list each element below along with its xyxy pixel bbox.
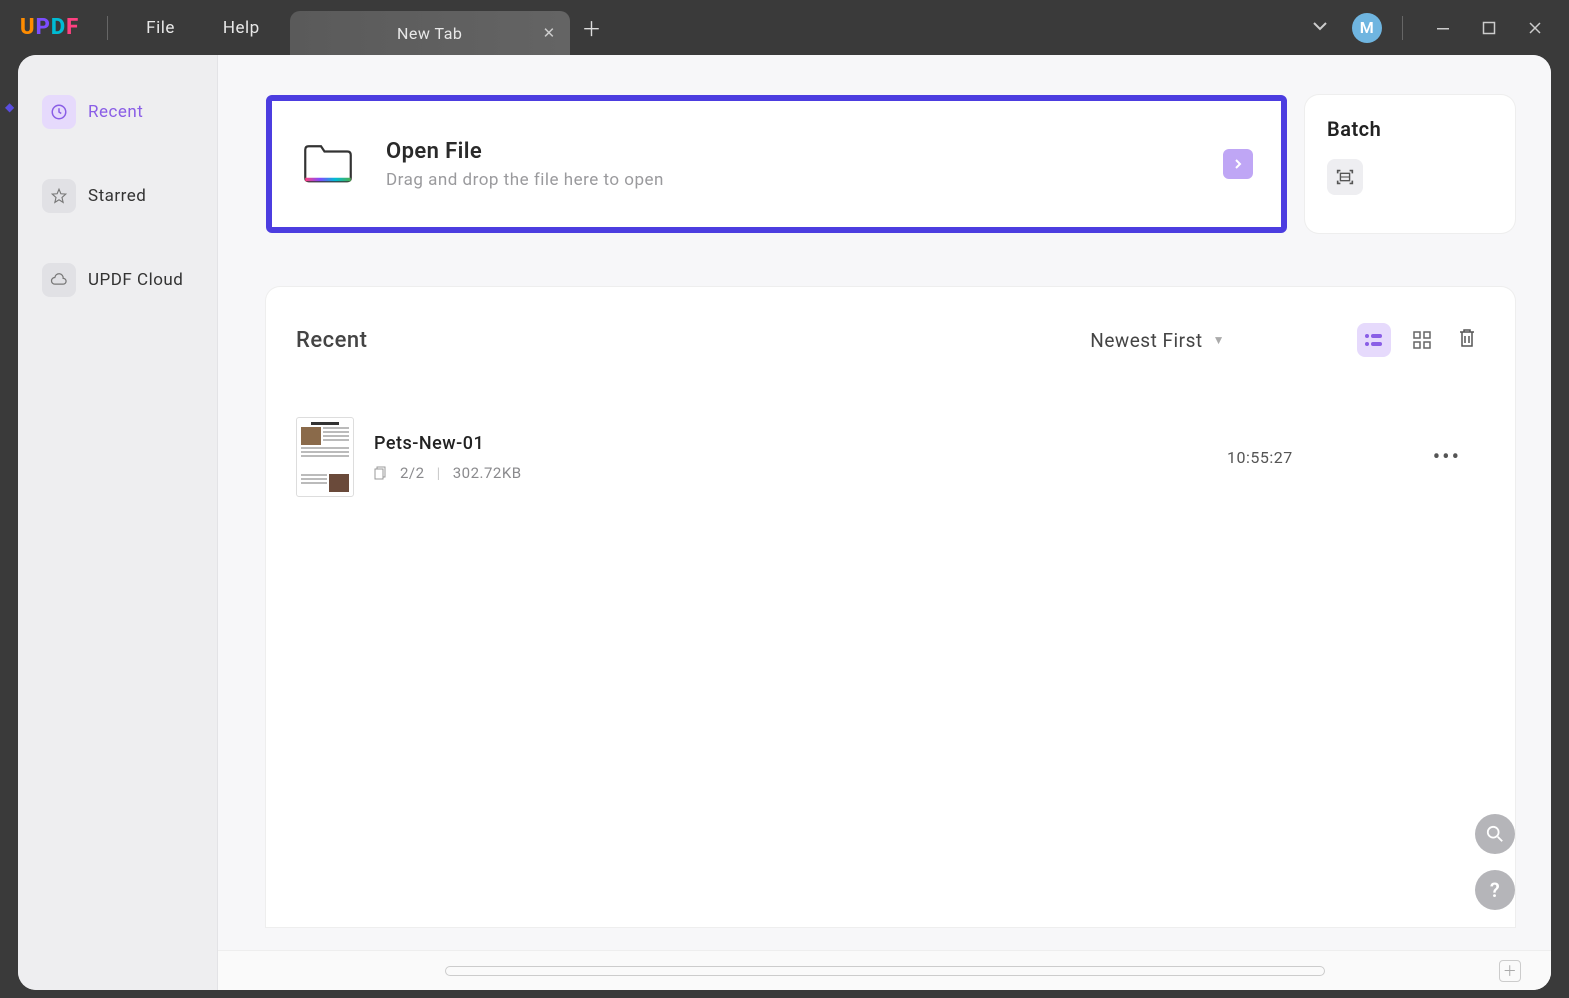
sidebar-item-label: Starred (88, 186, 146, 206)
content: Open File Drag and drop the file here to… (218, 55, 1551, 990)
chevron-right-icon (1232, 158, 1244, 170)
delete-button[interactable] (1453, 323, 1481, 357)
menu-help[interactable]: Help (199, 18, 284, 38)
tab-strip: New Tab ✕ ＋ (284, 0, 614, 55)
minimize-icon (1436, 21, 1450, 35)
triangle-down-icon: ▼ (1213, 333, 1225, 347)
search-icon (1486, 825, 1504, 843)
sort-label: Newest First (1090, 329, 1202, 352)
minimize-button[interactable] (1423, 8, 1463, 48)
add-button[interactable]: ＋ (1499, 960, 1521, 982)
recent-title: Recent (296, 328, 367, 353)
view-list-button[interactable] (1357, 323, 1391, 357)
help-fab[interactable]: ? (1475, 870, 1515, 910)
batch-button[interactable] (1327, 159, 1363, 195)
grid-icon (1413, 331, 1431, 349)
search-fab[interactable] (1475, 814, 1515, 854)
maximize-icon (1482, 21, 1496, 35)
close-icon[interactable]: ✕ (543, 24, 556, 42)
avatar[interactable]: M (1352, 13, 1382, 43)
sidebar-item-recent[interactable]: Recent (34, 85, 201, 139)
divider (1402, 16, 1403, 40)
batch-card: Batch (1305, 95, 1515, 233)
main-shell: Recent Starred UPDF Cloud (18, 55, 1551, 990)
menu-file[interactable]: File (122, 18, 199, 38)
new-tab-button[interactable]: ＋ (570, 0, 614, 55)
file-thumbnail (296, 417, 354, 497)
scrollbar[interactable] (445, 966, 1325, 976)
plus-icon: ＋ (1503, 961, 1518, 981)
tab-newtab[interactable]: New Tab ✕ (290, 11, 570, 55)
batch-title: Batch (1327, 117, 1493, 141)
tab-title: New Tab (397, 24, 462, 43)
scanner-icon (1334, 166, 1356, 188)
bottom-bar: ＋ (218, 950, 1551, 990)
recent-panel: Recent Newest First ▼ (266, 287, 1515, 927)
close-icon (1528, 21, 1542, 35)
file-row[interactable]: Pets-New-01 2/2 | 302.72KB 10:55:27 ••• (296, 387, 1481, 527)
star-icon (42, 179, 76, 213)
view-grid-button[interactable] (1405, 323, 1439, 357)
sidebar-item-label: UPDF Cloud (88, 270, 183, 290)
chevron-down-icon (1312, 18, 1328, 34)
app-logo: UPDF (20, 15, 79, 40)
clock-icon (42, 95, 76, 129)
sidebar-item-cloud[interactable]: UPDF Cloud (34, 253, 201, 307)
trash-icon (1457, 327, 1477, 349)
cloud-icon (42, 263, 76, 297)
sidebar: Recent Starred UPDF Cloud (18, 55, 218, 990)
indicator-dot: ◆ (5, 100, 15, 114)
file-time: 10:55:27 (1227, 448, 1293, 467)
close-button[interactable] (1515, 8, 1555, 48)
file-pages: 2/2 (400, 464, 425, 482)
list-icon (1364, 332, 1384, 348)
file-name: Pets-New-01 (374, 433, 1207, 454)
open-file-button[interactable] (1223, 149, 1253, 179)
file-size: 302.72KB (453, 464, 522, 482)
open-file-subtitle: Drag and drop the file here to open (386, 170, 1193, 190)
file-more-button[interactable]: ••• (1433, 445, 1461, 470)
more-icon: ••• (1433, 445, 1461, 470)
help-icon: ? (1490, 878, 1500, 902)
folder-icon (300, 134, 356, 194)
sidebar-item-starred[interactable]: Starred (34, 169, 201, 223)
plus-icon: ＋ (581, 13, 602, 42)
open-file-dropzone[interactable]: Open File Drag and drop the file here to… (266, 95, 1287, 233)
sidebar-item-label: Recent (88, 102, 143, 122)
sort-dropdown[interactable]: Newest First ▼ (1090, 329, 1225, 352)
titlebar: UPDF File Help New Tab ✕ ＋ M (0, 0, 1569, 55)
maximize-button[interactable] (1469, 8, 1509, 48)
divider (107, 16, 108, 40)
pages-icon (374, 466, 388, 480)
dropdown-button[interactable] (1294, 18, 1346, 38)
open-file-title: Open File (386, 139, 1193, 164)
